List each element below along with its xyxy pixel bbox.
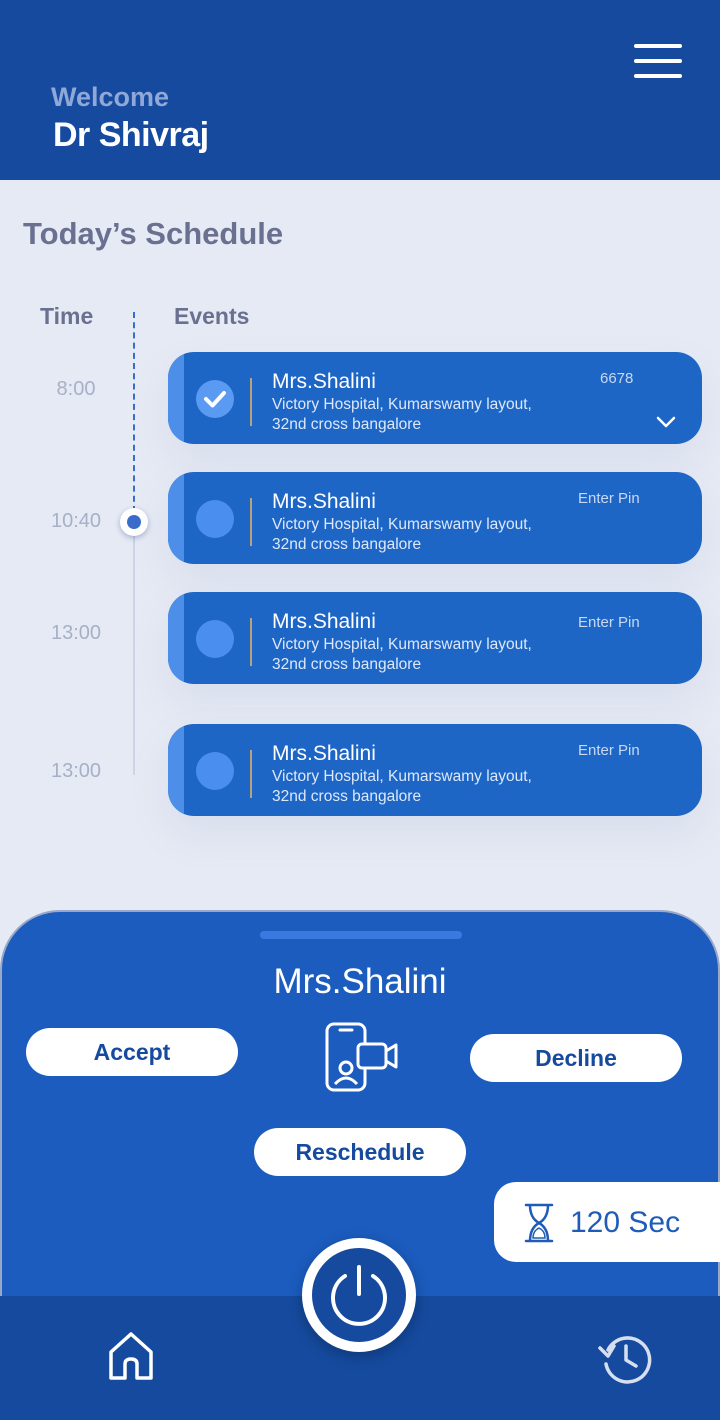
caller-name: Mrs.Shalini xyxy=(273,962,447,1001)
enter-pin-link[interactable]: Enter Pin xyxy=(578,614,688,631)
patient-name: Mrs.Shalini xyxy=(272,490,376,513)
check-icon xyxy=(196,380,234,418)
address-line-1: Victory Hospital, Kumarswamy layout, xyxy=(272,636,532,653)
address-line-1: Victory Hospital, Kumarswamy layout, xyxy=(272,768,532,785)
timeline-current-marker xyxy=(120,508,148,536)
timeline-future xyxy=(133,530,135,775)
event-address: Victory Hospital, Kumarswamy layout, 32n… xyxy=(272,395,572,435)
events-column-header: Events xyxy=(174,303,250,329)
sheet-drag-handle[interactable] xyxy=(260,931,462,939)
event-card[interactable]: Mrs.Shalini Victory Hospital, Kumarswamy… xyxy=(168,592,702,684)
address-line-1: Victory Hospital, Kumarswamy layout, xyxy=(272,516,532,533)
time-label: 13:00 xyxy=(50,760,102,782)
card-divider xyxy=(250,498,252,546)
event-card[interactable]: Mrs.Shalini Victory Hospital, Kumarswamy… xyxy=(168,472,702,564)
card-divider xyxy=(250,378,252,426)
card-accent xyxy=(168,724,184,816)
card-accent xyxy=(168,352,184,444)
status-circle-icon xyxy=(196,752,234,790)
time-label: 13:00 xyxy=(50,622,102,644)
address-line-2: 32nd cross bangalore xyxy=(272,788,422,805)
hourglass-icon xyxy=(524,1203,554,1243)
address-line-2: 32nd cross bangalore xyxy=(272,416,422,433)
welcome-label: Welcome xyxy=(51,82,170,112)
event-card[interactable]: Mrs.Shalini Victory Hospital, Kumarswamy… xyxy=(168,352,702,444)
event-card[interactable]: Mrs.Shalini Victory Hospital, Kumarswamy… xyxy=(168,724,702,816)
decline-button[interactable]: Decline xyxy=(470,1034,682,1082)
time-column-header: Time xyxy=(40,303,94,329)
address-line-1: Victory Hospital, Kumarswamy layout, xyxy=(272,396,532,413)
patient-name: Mrs.Shalini xyxy=(272,610,376,633)
power-button[interactable] xyxy=(302,1238,416,1352)
address-line-2: 32nd cross bangalore xyxy=(272,656,422,673)
event-address: Victory Hospital, Kumarswamy layout, 32n… xyxy=(272,515,572,555)
event-address: Victory Hospital, Kumarswamy layout, 32n… xyxy=(272,767,572,807)
chevron-down-icon[interactable] xyxy=(654,414,678,430)
card-accent xyxy=(168,592,184,684)
doctor-name: Dr Shivraj xyxy=(53,116,209,154)
enter-pin-link[interactable]: Enter Pin xyxy=(578,742,688,759)
timeline-past xyxy=(133,312,135,512)
time-label: 10:40 xyxy=(50,510,102,532)
timer-value: 120 Sec xyxy=(570,1206,681,1239)
accept-button[interactable]: Accept xyxy=(26,1028,238,1076)
card-accent xyxy=(168,472,184,564)
patient-name: Mrs.Shalini xyxy=(272,742,376,765)
home-icon[interactable] xyxy=(106,1330,156,1382)
pin-value: 6678 xyxy=(600,370,634,387)
page-title: Today’s Schedule xyxy=(23,216,284,251)
status-circle-icon xyxy=(196,500,234,538)
countdown-timer: 120 Sec xyxy=(494,1182,720,1262)
card-divider xyxy=(250,618,252,666)
card-divider xyxy=(250,750,252,798)
history-icon[interactable] xyxy=(596,1330,656,1386)
event-address: Victory Hospital, Kumarswamy layout, 32n… xyxy=(272,635,572,675)
address-line-2: 32nd cross bangalore xyxy=(272,536,422,553)
video-call-icon xyxy=(325,1022,398,1092)
reschedule-button[interactable]: Reschedule xyxy=(254,1128,466,1176)
time-label: 8:00 xyxy=(56,378,96,400)
patient-name: Mrs.Shalini xyxy=(272,370,376,393)
enter-pin-link[interactable]: Enter Pin xyxy=(578,490,688,507)
status-circle-icon xyxy=(196,620,234,658)
power-icon xyxy=(331,1265,387,1326)
hamburger-menu-icon[interactable] xyxy=(632,42,684,80)
